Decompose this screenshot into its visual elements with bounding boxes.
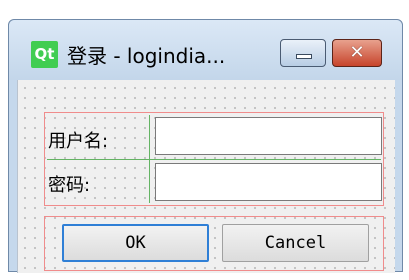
login-dialog-window: Qt 登录 - logindia... ✕ 用户名: 密码: OK Cancel — [8, 19, 403, 273]
username-input[interactable] — [155, 117, 382, 155]
form-row-divider — [47, 159, 381, 160]
ok-button[interactable]: OK — [62, 224, 209, 262]
username-label: 用户名: — [48, 131, 109, 152]
title-bar[interactable]: Qt 登录 - logindia... ✕ — [9, 20, 402, 80]
cancel-button[interactable]: Cancel — [222, 224, 369, 262]
minimize-icon — [296, 54, 312, 59]
form-layout: 用户名: 密码: — [44, 112, 384, 206]
password-input[interactable] — [155, 163, 382, 201]
close-icon: ✕ — [349, 42, 365, 63]
password-label: 密码: — [48, 175, 91, 196]
qt-logo-icon: Qt — [31, 41, 58, 68]
button-layout: OK Cancel — [44, 216, 384, 271]
window-title: 登录 - logindia... — [67, 44, 226, 68]
minimize-button[interactable] — [280, 39, 326, 67]
close-button[interactable]: ✕ — [332, 39, 382, 67]
dialog-client-area: 用户名: 密码: OK Cancel — [17, 80, 395, 273]
